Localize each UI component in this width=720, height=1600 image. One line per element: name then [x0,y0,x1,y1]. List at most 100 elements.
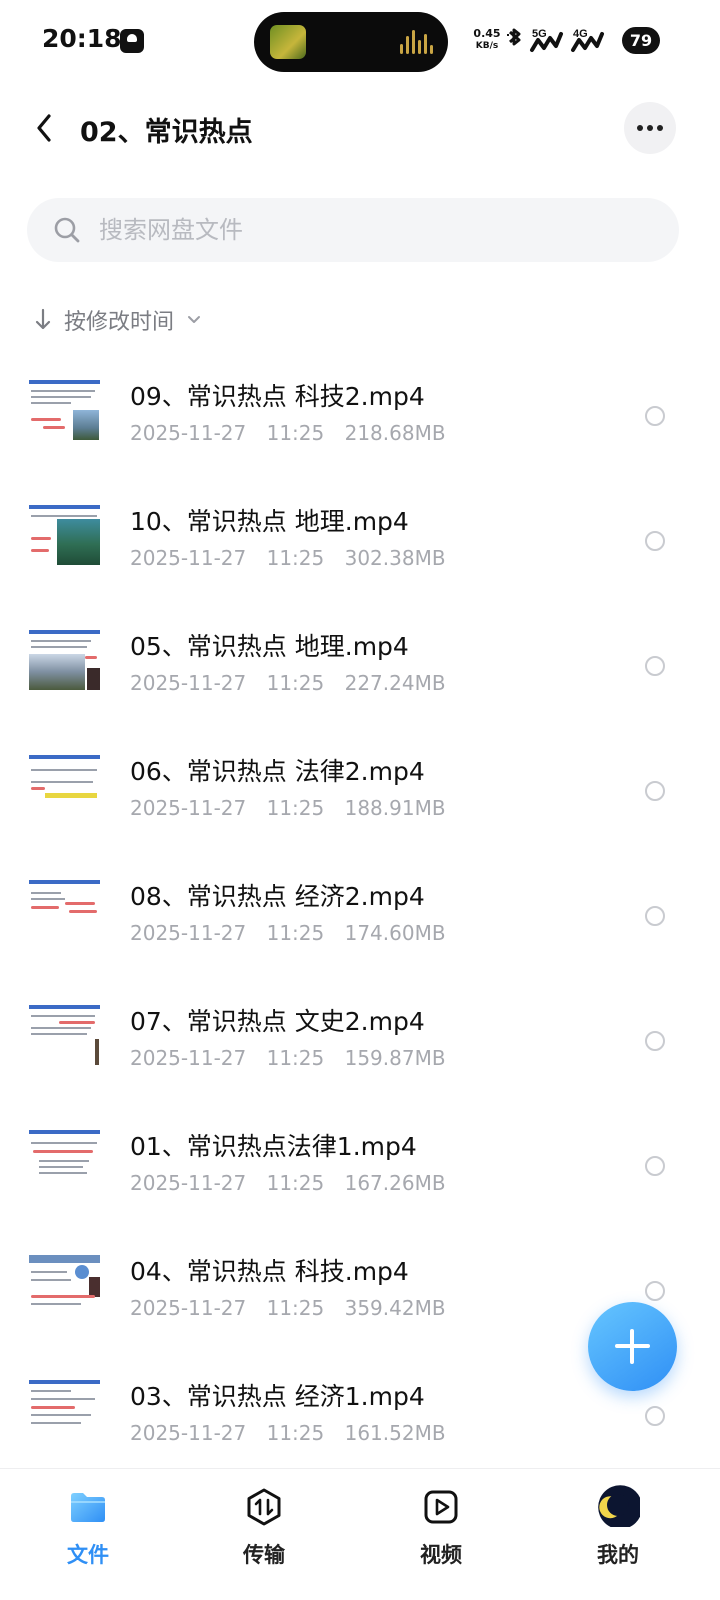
nav-item-me[interactable]: 我的 [568,1485,668,1587]
video-thumbnail [29,378,100,442]
file-date: 2025-11-27 [130,1046,247,1070]
5g-label: 5G [532,28,547,40]
file-name: 05、常识热点 地理.mp4 [130,632,409,661]
file-size: 188.91MB [344,796,446,820]
dynamic-island[interactable] [254,12,448,72]
sort-dropdown[interactable]: 按修改时间 [32,302,204,338]
bluetooth-icon [507,28,521,46]
chevron-left-icon [37,114,51,142]
nav-item-files[interactable]: 文件 [38,1487,138,1587]
file-date: 2025-11-27 [130,921,247,945]
file-date: 2025-11-27 [130,1171,247,1195]
file-row[interactable]: 07、常识热点 文史2.mp4 2025-11-27 11:25 159.87M… [0,978,720,1103]
file-meta: 2025-11-27 11:25 227.24MB [130,671,446,695]
file-time: 11:25 [266,796,325,820]
nav-item-transfer[interactable]: 传输 [214,1487,314,1587]
battery-indicator: 79 [622,27,660,54]
file-row[interactable]: 08、常识热点 经济2.mp4 2025-11-27 11:25 174.60M… [0,853,720,978]
nav-label: 我的 [597,1543,639,1567]
search-bar[interactable] [27,198,679,262]
file-row[interactable]: 01、常识热点法律1.mp4 2025-11-27 11:25 167.26MB [0,1103,720,1228]
file-name: 07、常识热点 文史2.mp4 [130,1007,425,1036]
more-options-button[interactable] [624,102,676,154]
folder-icon [71,1493,105,1522]
chevron-down-icon [188,316,201,323]
file-size: 167.26MB [344,1171,446,1195]
nav-label: 视频 [420,1543,462,1567]
select-radio[interactable] [645,781,665,801]
signal-icons: 5G 4G [507,28,604,52]
video-thumbnail [29,1378,100,1442]
nav-item-video[interactable]: 视频 [391,1487,491,1587]
file-time: 11:25 [266,1171,325,1195]
file-time: 11:25 [266,1421,325,1445]
page-title: 02、常识热点 [80,117,253,148]
file-row[interactable]: 06、常识热点 法律2.mp4 2025-11-27 11:25 188.91M… [0,728,720,853]
file-meta: 2025-11-27 11:25 161.52MB [130,1421,446,1445]
add-button[interactable] [588,1302,677,1391]
video-thumbnail [29,753,100,817]
file-size: 227.24MB [344,671,446,695]
file-date: 2025-11-27 [130,546,247,570]
back-button[interactable] [26,108,62,148]
select-radio[interactable] [645,1406,665,1426]
search-input[interactable] [97,198,657,262]
file-size: 161.52MB [344,1421,446,1445]
select-radio[interactable] [645,1156,665,1176]
file-date: 2025-11-27 [130,1421,247,1445]
more-dot-icon [657,125,663,131]
avatar-icon [598,1485,640,1527]
bottom-nav: 文件 传输 视频 我的 [0,1468,720,1600]
file-time: 11:25 [266,546,325,570]
file-meta: 2025-11-27 11:25 174.60MB [130,921,446,945]
file-time: 11:25 [266,1296,325,1320]
file-row[interactable]: 05、常识热点 地理.mp4 2025-11-27 11:25 227.24MB [0,603,720,728]
network-speed: 0.45 KB/s [470,28,504,52]
video-thumbnail [29,628,100,692]
video-thumbnail [29,1003,100,1067]
file-time: 11:25 [266,1046,325,1070]
file-meta: 2025-11-27 11:25 359.42MB [130,1296,446,1320]
file-row[interactable]: 09、常识热点 科技2.mp4 2025-11-27 11:25 218.68M… [0,353,720,478]
file-name: 04、常识热点 科技.mp4 [130,1257,409,1286]
select-radio[interactable] [645,656,665,676]
app-header: 02、常识热点 [0,96,720,162]
file-date: 2025-11-27 [130,421,247,445]
file-size: 302.38MB [344,546,446,570]
file-name: 10、常识热点 地理.mp4 [130,507,409,536]
status-bar: 20:18 0.45 KB/s 5G 4G 79 [0,0,720,86]
file-meta: 2025-11-27 11:25 218.68MB [130,421,446,445]
arrow-down-icon [35,308,51,330]
select-radio[interactable] [645,531,665,551]
nav-label: 文件 [67,1543,109,1567]
video-thumbnail [29,1253,100,1317]
file-meta: 2025-11-27 11:25 159.87MB [130,1046,446,1070]
file-meta: 2025-11-27 11:25 302.38MB [130,546,446,570]
file-time: 11:25 [266,921,325,945]
search-icon [54,217,80,243]
file-name: 08、常识热点 经济2.mp4 [130,882,425,911]
file-size: 159.87MB [344,1046,446,1070]
video-thumbnail [29,503,100,567]
status-time: 20:18 [42,24,122,53]
network-speed-value: 0.45 [473,27,501,40]
file-date: 2025-11-27 [130,796,247,820]
sort-label: 按修改时间 [64,310,175,335]
file-meta: 2025-11-27 11:25 188.91MB [130,796,446,820]
transfer-icon [247,1488,281,1526]
file-time: 11:25 [266,671,325,695]
select-radio[interactable] [645,1031,665,1051]
select-radio[interactable] [645,406,665,426]
video-thumbnail [29,1128,100,1192]
file-size: 218.68MB [344,421,446,445]
file-date: 2025-11-27 [130,671,247,695]
file-row[interactable]: 10、常识热点 地理.mp4 2025-11-27 11:25 302.38MB [0,478,720,603]
4g-label: 4G [573,28,588,40]
video-thumbnail [29,878,100,942]
media-thumbnail [270,25,306,59]
select-radio[interactable] [645,1281,665,1301]
file-name: 03、常识热点 经济1.mp4 [130,1382,425,1411]
select-radio[interactable] [645,906,665,926]
file-size: 359.42MB [344,1296,446,1320]
notification-app-icon [120,29,144,53]
